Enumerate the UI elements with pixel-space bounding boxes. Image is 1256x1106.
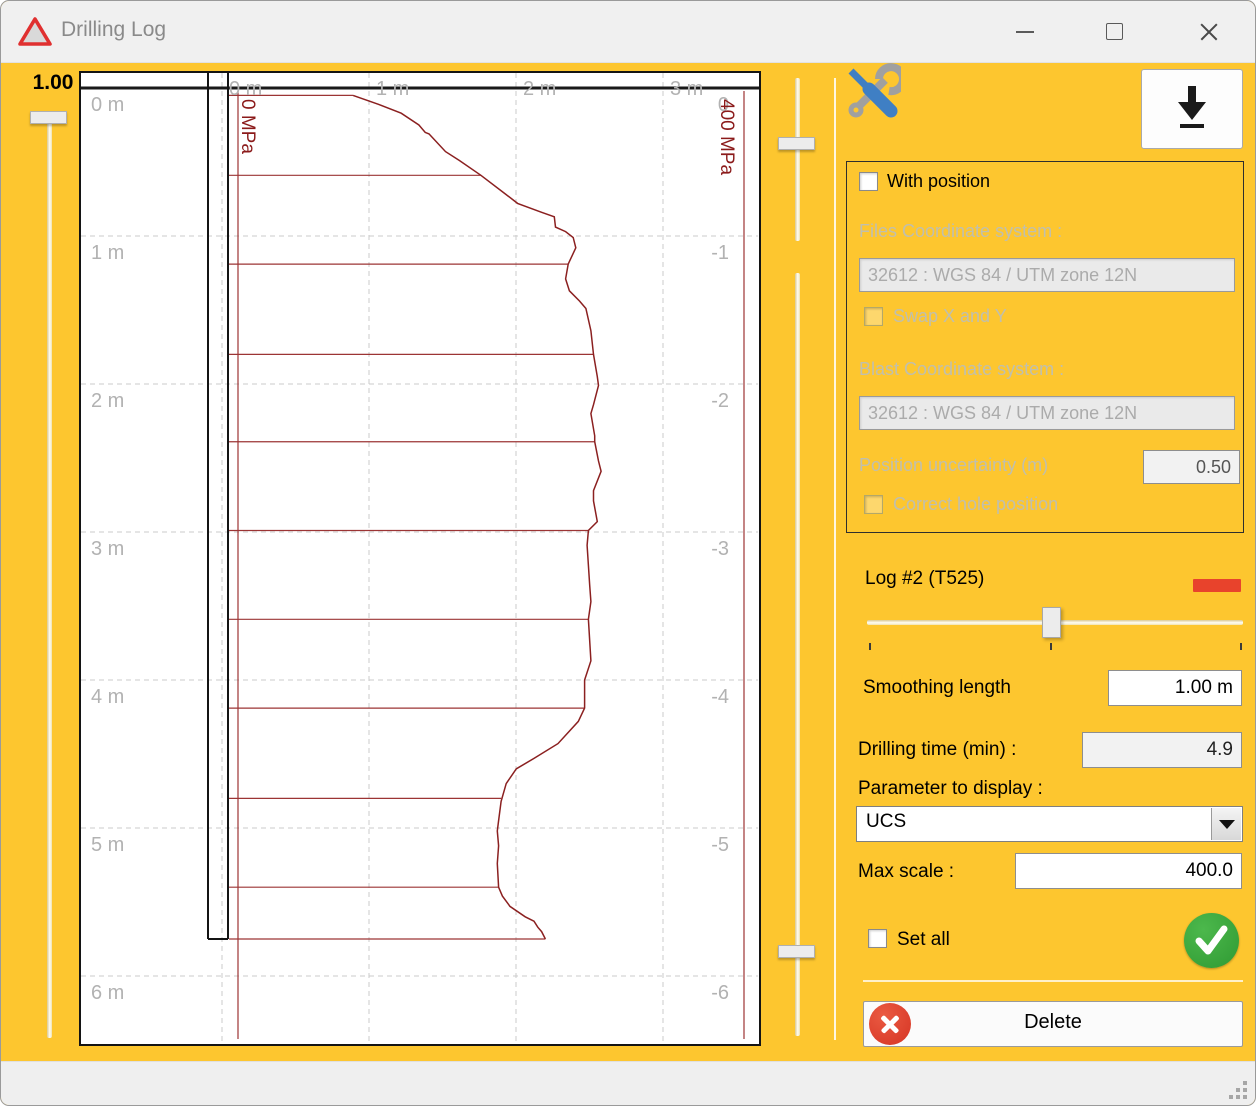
right-lower-slider-track[interactable] bbox=[795, 273, 800, 1036]
smoothing-length-input[interactable]: 1.00 m bbox=[1108, 670, 1242, 706]
tools-button[interactable] bbox=[843, 63, 901, 121]
svg-text:-6: -6 bbox=[711, 982, 729, 1004]
right-upper-slider-handle[interactable] bbox=[778, 137, 815, 150]
svg-text:0 m: 0 m bbox=[229, 78, 262, 100]
set-all-checkbox[interactable] bbox=[868, 929, 887, 948]
separator bbox=[863, 980, 1243, 982]
svg-text:3 m: 3 m bbox=[91, 538, 124, 560]
right-lower-slider-handle[interactable] bbox=[778, 945, 815, 958]
left-vertical-slider-handle[interactable] bbox=[30, 111, 67, 124]
maximize-icon bbox=[1106, 23, 1123, 40]
right-upper-slider-track[interactable] bbox=[795, 78, 800, 241]
apply-button[interactable] bbox=[1184, 913, 1239, 968]
check-icon bbox=[1184, 913, 1239, 968]
chevron-down-icon bbox=[1219, 820, 1235, 829]
svg-text:-4: -4 bbox=[711, 686, 729, 708]
svg-text:2 m: 2 m bbox=[91, 390, 124, 412]
svg-text:0 MPa: 0 MPa bbox=[237, 99, 258, 154]
left-vertical-slider-track[interactable] bbox=[47, 112, 52, 1038]
set-all-label: Set all bbox=[897, 929, 950, 951]
svg-text:2 m: 2 m bbox=[523, 78, 556, 100]
swap-xy-label: Swap X and Y bbox=[893, 306, 1007, 327]
download-icon bbox=[1142, 70, 1242, 148]
drilling-time-label: Drilling time (min) : bbox=[858, 739, 1016, 761]
blast-coordinate-system-label: Blast Coordinate system : bbox=[859, 359, 1064, 380]
zoom-value-label: 1.00 bbox=[19, 71, 87, 95]
svg-text:5 m: 5 m bbox=[91, 834, 124, 856]
titlebar: Drilling Log bbox=[1, 1, 1255, 63]
svg-text:1 m: 1 m bbox=[376, 78, 409, 100]
log-title: Log #2 (T525) bbox=[865, 568, 984, 590]
window-title: Drilling Log bbox=[61, 18, 166, 42]
screen: Drilling Log 1.00 0 m 1 m 2 m 3 m 0 m 1 m 2 m 3… bbox=[0, 0, 1256, 1106]
delete-button[interactable]: Delete bbox=[863, 1001, 1243, 1047]
files-coordinate-system-label: Files Coordinate system : bbox=[859, 221, 1062, 242]
svg-text:-5: -5 bbox=[711, 834, 729, 856]
swap-xy-checkbox bbox=[864, 307, 883, 326]
svg-text:-1: -1 bbox=[711, 242, 729, 264]
close-button[interactable] bbox=[1186, 9, 1232, 55]
minimize-icon bbox=[1016, 31, 1034, 33]
drilling-time-field: 4.9 bbox=[1082, 732, 1242, 768]
warning-triangle-icon bbox=[17, 14, 53, 50]
svg-text:-2: -2 bbox=[711, 390, 729, 412]
maximize-button[interactable] bbox=[1092, 9, 1138, 55]
max-scale-label: Max scale : bbox=[858, 861, 954, 883]
parameter-select[interactable]: UCS bbox=[856, 806, 1243, 842]
delete-button-label: Delete bbox=[864, 1011, 1242, 1034]
svg-text:1 m: 1 m bbox=[91, 242, 124, 264]
parameter-to-display-label: Parameter to display : bbox=[858, 778, 1043, 800]
correct-hole-position-checkbox bbox=[864, 495, 883, 514]
drilling-log-plot: 0 m1 m2 m3 m0 m1 m2 m3 m4 m5 m6 m0-1-2-3… bbox=[79, 71, 761, 1046]
slider-tick bbox=[1050, 643, 1052, 650]
blast-coordinate-system-select: 32612 : WGS 84 / UTM zone 12N bbox=[859, 396, 1235, 430]
position-groupbox: With position Files Coordinate system : … bbox=[846, 161, 1244, 533]
drilling-log-window: Drilling Log 1.00 0 m 1 m 2 m 3 m 0 m 1 m 2 m 3… bbox=[0, 0, 1256, 1106]
dropdown-button[interactable] bbox=[1211, 808, 1241, 840]
correct-hole-position-label: Correct hole position bbox=[893, 494, 1058, 515]
slider-tick bbox=[869, 643, 871, 650]
with-position-label: With position bbox=[887, 171, 990, 192]
export-button[interactable] bbox=[1141, 69, 1243, 149]
with-position-checkbox[interactable] bbox=[859, 172, 878, 191]
resize-grip[interactable] bbox=[1225, 1077, 1247, 1099]
max-scale-input[interactable]: 400.0 bbox=[1015, 853, 1242, 889]
panel-divider bbox=[834, 78, 836, 1040]
slider-tick bbox=[1240, 643, 1242, 650]
svg-text:400 MPa: 400 MPa bbox=[716, 99, 737, 175]
minimize-button[interactable] bbox=[1002, 9, 1048, 55]
parameter-selected-value: UCS bbox=[866, 811, 906, 833]
svg-text:3 m: 3 m bbox=[670, 78, 703, 100]
svg-text:4 m: 4 m bbox=[91, 686, 124, 708]
position-uncertainty-field: 0.50 bbox=[1143, 450, 1240, 484]
log-color-swatch bbox=[1193, 579, 1241, 592]
log-position-slider-handle[interactable] bbox=[1042, 607, 1061, 638]
files-coordinate-system-select: 32612 : WGS 84 / UTM zone 12N bbox=[859, 258, 1235, 292]
smoothing-length-label: Smoothing length bbox=[863, 677, 1011, 699]
drilling-log-chart: 0 m1 m2 m3 m0 m1 m2 m3 m4 m5 m6 m0-1-2-3… bbox=[79, 71, 761, 1046]
status-bar bbox=[1, 1061, 1255, 1106]
position-uncertainty-label: Position uncertainty (m) bbox=[859, 455, 1048, 476]
svg-text:0 m: 0 m bbox=[91, 94, 124, 116]
svg-text:-3: -3 bbox=[711, 538, 729, 560]
svg-text:6 m: 6 m bbox=[91, 982, 124, 1004]
